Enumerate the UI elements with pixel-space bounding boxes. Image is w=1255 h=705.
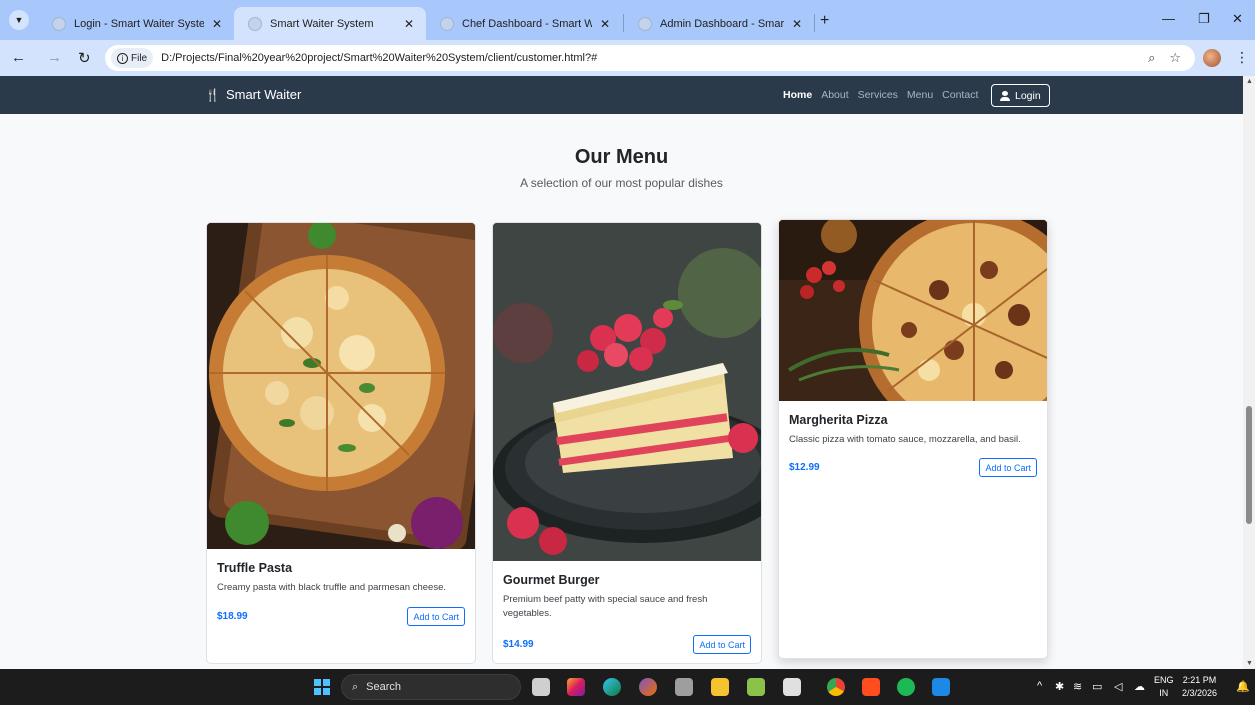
menu-card-gourmet-burger: Gourmet Burger Premium beef patty with s… [492, 222, 762, 664]
bluetooth-icon[interactable]: ✱ [1055, 680, 1064, 693]
section-title: Our Menu [574, 146, 669, 168]
globe-icon [440, 16, 454, 31]
restore-icon[interactable]: ❐ [1198, 11, 1210, 27]
media-player-icon[interactable] [783, 678, 801, 696]
vscode-icon[interactable] [932, 678, 950, 696]
taskbar-search[interactable]: ⌕ Search [341, 674, 521, 700]
tab-search-icon[interactable]: ▼ [9, 10, 29, 30]
tray-chevron-icon[interactable]: ^ [1037, 680, 1042, 692]
dish-name: Gourmet Burger [503, 573, 600, 587]
page-scrollbar[interactable]: ▲ ▼ [1243, 76, 1255, 669]
reload-icon[interactable]: ↻ [78, 49, 91, 67]
add-to-cart-button[interactable]: Add to Cart [407, 607, 465, 626]
section-subtitle: A selection of our most popular dishes [520, 176, 723, 190]
scroll-down-icon[interactable]: ▼ [1246, 660, 1253, 667]
chrome-icon[interactable] [827, 678, 845, 696]
dish-name: Margherita Pizza [789, 413, 888, 427]
nav-services[interactable]: Services [858, 89, 898, 101]
globe-icon [52, 16, 66, 31]
tab-admin-dashboard[interactable]: Admin Dashboard - Smart Waiter ✕ [624, 7, 814, 40]
menu-card-truffle-pasta: Truffle Pasta Creamy pasta with black tr… [206, 222, 476, 664]
file-explorer-icon[interactable] [711, 678, 729, 696]
tab-chef-dashboard[interactable]: Chef Dashboard - Smart Waiter ✕ [426, 7, 622, 40]
add-to-cart-button[interactable]: Add to Cart [979, 458, 1037, 477]
volume-icon[interactable]: ◁ [1114, 680, 1122, 693]
illustrator-icon[interactable] [862, 678, 880, 696]
bookmark-star-icon[interactable]: ☆ [1169, 50, 1181, 66]
browser-toolbar: ← → ↻ i File D:/Projects/Final%20year%20… [0, 40, 1255, 76]
dish-price: $18.99 [217, 611, 248, 622]
spotify-icon[interactable] [897, 678, 915, 696]
user-icon [1000, 90, 1010, 101]
notepad-icon[interactable] [747, 678, 765, 696]
add-to-cart-button[interactable]: Add to Cart [693, 635, 751, 654]
globe-icon [248, 16, 262, 31]
address-bar[interactable]: i File D:/Projects/Final%20year%20projec… [105, 45, 1195, 71]
nav-about[interactable]: About [821, 89, 848, 101]
scrollbar-thumb[interactable] [1246, 406, 1252, 524]
nav-home[interactable]: Home [783, 89, 812, 101]
close-icon[interactable]: ✕ [792, 17, 802, 31]
url-text[interactable]: D:/Projects/Final%20year%20project/Smart… [161, 52, 1148, 64]
menu-kebab-icon[interactable]: ⋮ [1235, 49, 1249, 66]
close-icon[interactable]: ✕ [600, 17, 610, 31]
nav-contact[interactable]: Contact [942, 89, 978, 101]
cutlery-icon: 🍴 [205, 87, 220, 102]
windows-start-icon[interactable] [314, 679, 330, 695]
cloud-icon[interactable]: ☁ [1134, 680, 1145, 693]
card-body: Gourmet Burger Premium beef patty with s… [503, 573, 751, 621]
battery-icon[interactable]: ▭ [1092, 680, 1102, 693]
dish-image [207, 223, 475, 549]
window-close-icon[interactable]: ✕ [1232, 11, 1243, 27]
nav-menu[interactable]: Menu [907, 89, 933, 101]
close-icon[interactable]: ✕ [212, 17, 222, 31]
scroll-up-icon[interactable]: ▲ [1246, 78, 1253, 85]
copilot-icon[interactable] [639, 678, 657, 696]
menu-card-margherita-pizza: Margherita Pizza Classic pizza with toma… [778, 219, 1048, 659]
tab-login[interactable]: Login - Smart Waiter System ✕ [38, 7, 234, 40]
dish-image [779, 220, 1047, 401]
forward-arrow-icon[interactable]: → [47, 49, 62, 66]
dish-name: Truffle Pasta [217, 561, 293, 575]
minimize-icon[interactable]: — [1162, 11, 1175, 26]
info-icon: i [117, 52, 128, 64]
wifi-icon[interactable]: ≋ [1073, 680, 1082, 693]
instagram-icon[interactable] [567, 678, 585, 696]
dish-image [493, 223, 761, 561]
site-info-chip[interactable]: i File [111, 48, 154, 68]
tab-separator [814, 14, 815, 32]
dish-description: Classic pizza with tomato sauce, mozzare… [789, 434, 1021, 445]
dish-description: Creamy pasta with black truffle and parm… [217, 582, 446, 593]
tab-smart-waiter[interactable]: Smart Waiter System ✕ [234, 7, 426, 40]
dish-price: $12.99 [789, 462, 820, 473]
page-viewport: 🍴 Smart Waiter Home About Services Menu … [0, 76, 1243, 669]
settings-gear-icon[interactable] [675, 678, 693, 696]
globe-icon [638, 16, 652, 31]
language-indicator[interactable]: ENG IN [1154, 674, 1174, 700]
nav-links: Home About Services Menu Contact [783, 89, 978, 101]
windows-taskbar: ⌕ Search ^ ✱ ≋ ▭ ◁ ☁ ENG IN 2:21 PM 2/3/… [0, 669, 1255, 705]
new-tab-icon[interactable]: + [820, 12, 829, 30]
notification-bell-icon[interactable]: 🔔 [1236, 680, 1250, 693]
task-view-icon[interactable] [532, 678, 550, 696]
dish-price: $14.99 [503, 639, 534, 650]
zoom-icon[interactable]: ⌕ [1148, 50, 1155, 66]
browser-tab-strip: ▼ Login - Smart Waiter System ✕ Smart Wa… [0, 0, 1255, 40]
search-icon: ⌕ [352, 680, 359, 693]
edge-icon[interactable] [603, 678, 621, 696]
site-navbar: 🍴 Smart Waiter Home About Services Menu … [0, 76, 1243, 114]
dish-description: Premium beef patty with special sauce an… [503, 594, 708, 619]
card-body: Margherita Pizza Classic pizza with toma… [789, 413, 1037, 447]
close-icon[interactable]: ✕ [404, 17, 414, 31]
login-button[interactable]: Login [991, 84, 1050, 107]
card-body: Truffle Pasta Creamy pasta with black tr… [217, 561, 465, 595]
back-arrow-icon[interactable]: ← [11, 49, 26, 66]
system-clock[interactable]: 2:21 PM 2/3/2026 [1182, 674, 1217, 700]
site-brand[interactable]: 🍴 Smart Waiter [205, 87, 301, 102]
profile-avatar[interactable] [1203, 49, 1221, 67]
